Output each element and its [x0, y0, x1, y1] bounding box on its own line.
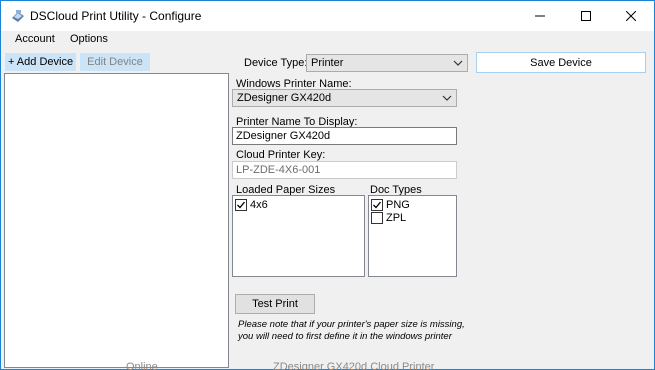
- minimize-button[interactable]: [517, 1, 563, 31]
- menu-account[interactable]: Account: [15, 33, 55, 45]
- background-status-text: Online: [126, 361, 158, 370]
- edit-device-button[interactable]: Edit Device: [80, 53, 150, 71]
- doc-type-label: PNG: [386, 198, 410, 211]
- doc-types-list[interactable]: PNG ZPL: [368, 195, 457, 277]
- printer-app-icon: [10, 8, 26, 24]
- windows-printer-select[interactable]: ZDesigner GX420d: [232, 89, 457, 107]
- title-bar: DSCloud Print Utility - Configure: [1, 1, 654, 31]
- menu-bar: Account Options: [1, 31, 654, 49]
- maximize-button[interactable]: [563, 1, 609, 31]
- device-type-value: Printer: [311, 57, 344, 69]
- chevron-down-icon: [442, 93, 452, 103]
- test-print-button[interactable]: Test Print: [235, 294, 315, 314]
- menu-options[interactable]: Options: [70, 33, 108, 45]
- doc-type-item[interactable]: ZPL: [371, 211, 406, 224]
- display-name-input[interactable]: ZDesigner GX420d: [232, 127, 457, 145]
- paper-sizes-list[interactable]: 4x6: [232, 195, 365, 277]
- add-device-button[interactable]: + Add Device: [5, 53, 76, 71]
- device-type-select[interactable]: Printer: [306, 54, 468, 72]
- window-title: DSCloud Print Utility - Configure: [30, 9, 202, 23]
- device-type-label: Device Type:: [244, 57, 308, 69]
- device-list[interactable]: [4, 73, 229, 368]
- configure-window: DSCloud Print Utility - Configure Accoun…: [0, 0, 655, 370]
- paper-size-label: 4x6: [250, 198, 268, 211]
- checkbox-checked[interactable]: [371, 198, 383, 211]
- background-printer-text: ZDesigner GX420d Cloud Printer: [273, 361, 435, 370]
- chevron-down-icon: [453, 58, 463, 68]
- doc-type-item[interactable]: PNG: [371, 198, 410, 211]
- close-button[interactable]: [608, 1, 654, 31]
- paper-size-note: Please note that if your printer's paper…: [238, 319, 465, 342]
- cloud-key-label: Cloud Printer Key:: [236, 149, 326, 161]
- checkbox-checked[interactable]: [235, 198, 247, 211]
- paper-size-item[interactable]: 4x6: [235, 198, 268, 211]
- save-device-button[interactable]: Save Device: [476, 52, 646, 73]
- windows-printer-value: ZDesigner GX420d: [237, 92, 332, 104]
- cloud-key-input: LP-ZDE-4X6-001: [232, 161, 457, 179]
- doc-type-label: ZPL: [386, 211, 407, 224]
- checkbox-unchecked[interactable]: [371, 211, 383, 224]
